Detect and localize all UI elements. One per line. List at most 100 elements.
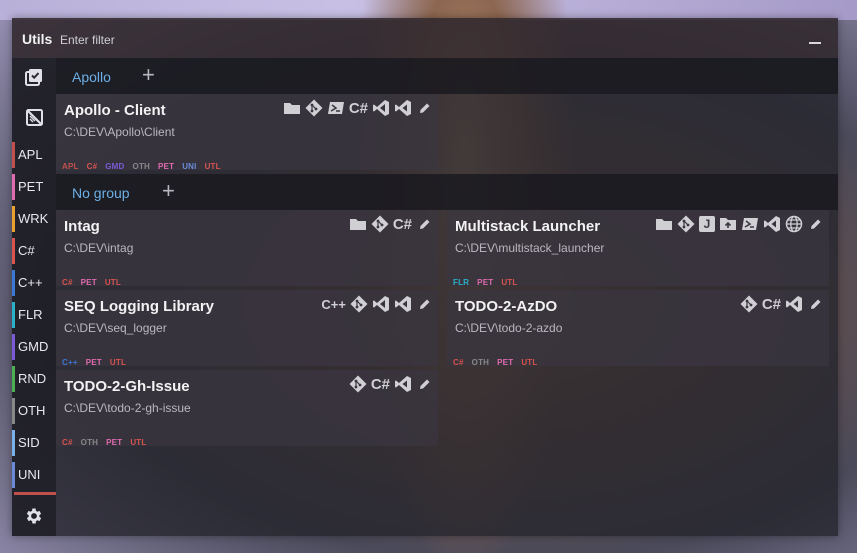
edit-pencil-icon[interactable]	[416, 215, 434, 233]
vscode-icon[interactable]	[394, 375, 412, 393]
add-project-button[interactable]: +	[142, 62, 155, 88]
sidebar-item-label: UNI	[18, 467, 41, 482]
sidebar-item-sid[interactable]: SID	[12, 426, 56, 458]
folder-icon[interactable]	[655, 215, 673, 233]
minimize-icon	[809, 42, 821, 44]
publish-icon[interactable]	[719, 215, 737, 233]
sidebar-item-flr[interactable]: FLR	[12, 298, 56, 330]
tag-color-bar	[12, 398, 15, 424]
project-title: Apollo - Client	[64, 102, 166, 119]
git-icon[interactable]	[349, 375, 367, 393]
edit-pencil-icon[interactable]	[416, 99, 434, 117]
sidebar-item-label: C#	[18, 243, 35, 258]
clear-filter-icon[interactable]	[23, 106, 45, 128]
sidebar-item-gmd[interactable]: GMD	[12, 330, 56, 362]
edit-pencil-icon[interactable]	[807, 295, 825, 313]
globe-icon[interactable]	[785, 215, 803, 233]
group-header-no-group: No group +	[56, 174, 838, 210]
sidebar-item-uni[interactable]: UNI	[12, 458, 56, 490]
tag-utl: UTL	[501, 278, 518, 287]
tag-color-bar	[12, 430, 15, 456]
group-name[interactable]: Apollo	[72, 69, 111, 85]
project-path: C:\DEV\seq_logger	[64, 321, 167, 335]
terminal-icon[interactable]	[327, 99, 345, 117]
project-card-intag[interactable]: Intag C:\DEV\intag C# C# PET UTL	[56, 210, 438, 287]
tag-pet: PET	[158, 162, 175, 171]
sidebar-item-label: C++	[18, 275, 43, 290]
csharp-icon[interactable]: C#	[762, 295, 781, 313]
checklist-filter-icon[interactable]	[23, 66, 45, 88]
add-project-button[interactable]: +	[162, 178, 175, 204]
project-actions: C#	[740, 294, 825, 314]
tag-cpp: C++	[62, 358, 78, 367]
edit-pencil-icon[interactable]	[807, 215, 825, 233]
project-tags: C# PET UTL	[62, 272, 129, 287]
sidebar-item-pet[interactable]: PET	[12, 170, 56, 202]
project-card-multistack-launcher[interactable]: Multistack Launcher C:\DEV\multistack_la…	[447, 210, 829, 287]
sidebar-item-oth[interactable]: OTH	[12, 394, 56, 426]
sidebar-item-label: SID	[18, 435, 40, 450]
project-title: SEQ Logging Library	[64, 298, 215, 315]
sidebar-item-label: WRK	[18, 211, 49, 226]
tag-color-bar	[12, 334, 15, 360]
sidebar-item-label: PET	[18, 179, 44, 194]
sidebar-item-apl[interactable]: APL	[12, 138, 56, 170]
tag-oth: OTH	[471, 358, 490, 367]
sidebar-item-wrk[interactable]: WRK	[12, 202, 56, 234]
sidebar-item-rnd[interactable]: RND	[12, 362, 56, 394]
project-tags: C++ PET UTL	[62, 352, 134, 367]
settings-gear-icon[interactable]	[24, 506, 44, 526]
vscode-icon[interactable]	[394, 99, 412, 117]
visual-studio-icon[interactable]	[372, 99, 390, 117]
tag-pet: PET	[497, 358, 514, 367]
project-title: Multistack Launcher	[455, 218, 601, 235]
group-name[interactable]: No group	[72, 185, 130, 201]
tag-color-bar	[12, 462, 15, 488]
git-icon[interactable]	[305, 99, 323, 117]
title-bar: Utils	[12, 18, 838, 58]
git-icon[interactable]	[677, 215, 695, 233]
project-tags: FLR PET UTL	[453, 272, 525, 287]
tag-csharp: C#	[86, 162, 98, 171]
folder-icon[interactable]	[283, 99, 301, 117]
csharp-icon[interactable]: C#	[371, 375, 390, 393]
cpp-icon[interactable]: C++	[321, 295, 346, 313]
project-card-seq-logging-library[interactable]: SEQ Logging Library C:\DEV\seq_logger C+…	[56, 290, 438, 367]
project-path: C:\DEV\todo-2-gh-issue	[64, 401, 191, 415]
sidebar-item-label: FLR	[18, 307, 43, 322]
jetbrains-icon[interactable]: J	[699, 216, 715, 232]
tag-color-bar	[12, 238, 15, 264]
minimize-button[interactable]	[800, 32, 830, 54]
tag-utl: UTL	[521, 358, 538, 367]
tag-pet: PET	[80, 278, 97, 287]
sidebar-item-label: RND	[18, 371, 47, 386]
sidebar-item-cpp[interactable]: C++	[12, 266, 56, 298]
git-icon[interactable]	[371, 215, 389, 233]
project-actions: J	[655, 214, 825, 234]
project-card-todo-2-gh-issue[interactable]: TODO-2-Gh-Issue C:\DEV\todo-2-gh-issue C…	[56, 370, 438, 447]
project-path: C:\DEV\multistack_launcher	[455, 241, 605, 255]
project-title: TODO-2-AzDO	[455, 298, 558, 315]
terminal-icon[interactable]	[741, 215, 759, 233]
filter-input[interactable]	[58, 28, 362, 52]
project-tags: C# OTH PET UTL	[453, 352, 545, 367]
vscode-icon[interactable]	[785, 295, 803, 313]
tag-color-bar	[12, 302, 15, 328]
visual-studio-icon[interactable]	[372, 295, 390, 313]
project-card-apollo-client[interactable]: Apollo - Client C:\DEV\Apollo\Client C# …	[56, 94, 438, 171]
vscode-icon[interactable]	[394, 295, 412, 313]
edit-pencil-icon[interactable]	[416, 295, 434, 313]
folder-icon[interactable]	[349, 215, 367, 233]
tag-color-bar	[12, 174, 15, 200]
sidebar-item-csharp[interactable]: C#	[12, 234, 56, 266]
project-path: C:\DEV\intag	[64, 241, 134, 255]
csharp-icon[interactable]: C#	[393, 215, 412, 233]
edit-pencil-icon[interactable]	[416, 375, 434, 393]
vscode-icon[interactable]	[763, 215, 781, 233]
project-actions: C#	[283, 98, 434, 118]
project-card-todo-2-azdo[interactable]: TODO-2-AzDO C:\DEV\todo-2-azdo C# C# OTH P…	[447, 290, 829, 367]
csharp-icon[interactable]: C#	[349, 99, 368, 117]
git-icon[interactable]	[350, 295, 368, 313]
tag-apl: APL	[62, 162, 79, 171]
git-icon[interactable]	[740, 295, 758, 313]
